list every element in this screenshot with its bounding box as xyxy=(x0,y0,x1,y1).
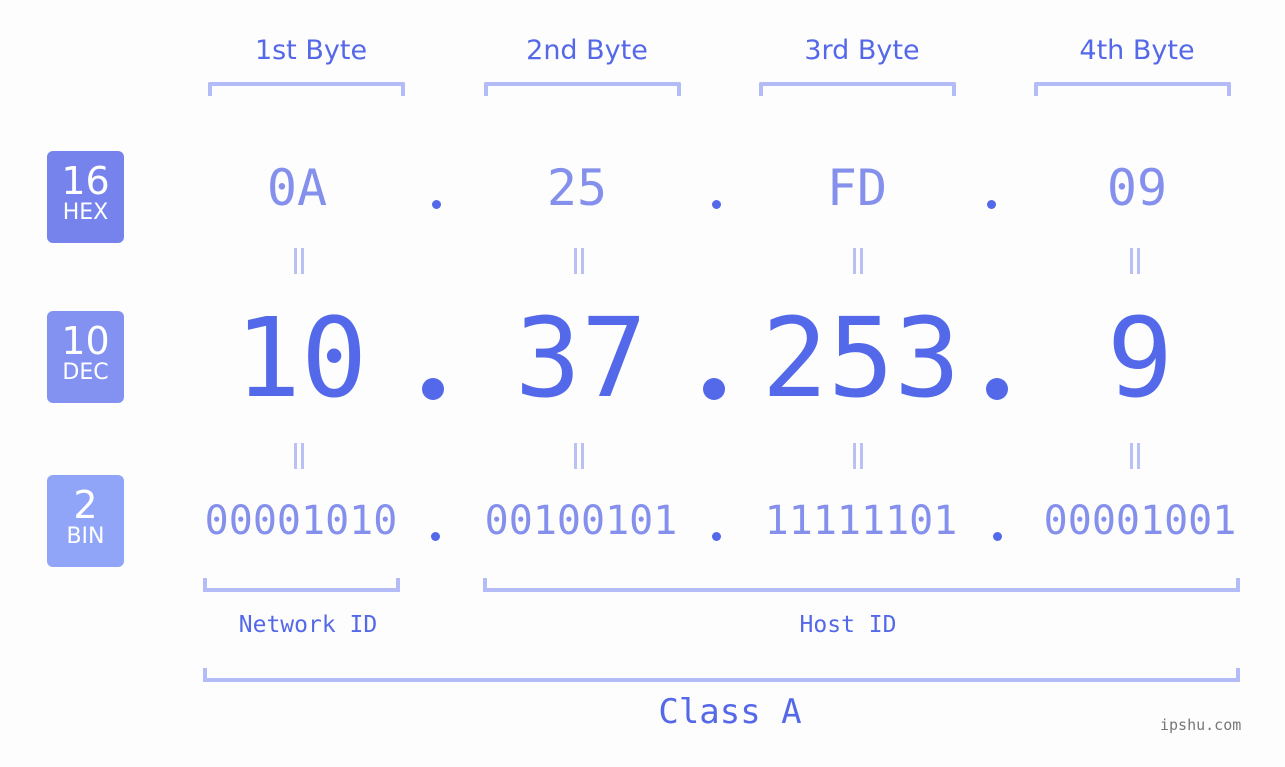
equals-icon xyxy=(1128,443,1142,469)
bin-separator-dot xyxy=(431,532,440,541)
network-id-label: Network ID xyxy=(238,612,378,638)
host-id-label: Host ID xyxy=(799,612,897,638)
equals-icon xyxy=(851,248,865,274)
dec-octet-2: 37 xyxy=(514,294,648,422)
byte-header-2: 2nd Byte xyxy=(526,35,648,66)
host-id-bracket xyxy=(483,578,1240,592)
dec-separator-dot xyxy=(703,378,725,400)
dec-octet-4: 9 xyxy=(1106,294,1174,422)
hex-base: 16 xyxy=(61,159,110,203)
hex-separator-dot xyxy=(432,200,441,209)
hex-octet-2: 25 xyxy=(546,159,608,217)
dec-label: DEC xyxy=(62,360,109,385)
byte-header-3: 3rd Byte xyxy=(804,35,920,66)
hex-separator-dot xyxy=(712,200,721,209)
bin-separator-dot xyxy=(993,532,1002,541)
bin-octet-4: 00001001 xyxy=(1043,498,1237,544)
hex-separator-dot xyxy=(987,200,996,209)
equals-icon xyxy=(851,443,865,469)
dec-octet-1: 10 xyxy=(234,294,368,422)
hex-octet-3: FD xyxy=(826,159,888,217)
hex-label: HEX xyxy=(62,200,109,225)
bin-octet-3: 11111101 xyxy=(764,498,958,544)
ip-class-label: Class A xyxy=(658,692,802,732)
hex-octet-4: 09 xyxy=(1106,159,1168,217)
bin-base: 2 xyxy=(73,483,98,527)
equals-icon xyxy=(292,248,306,274)
class-bracket xyxy=(203,668,1240,682)
byte-header-4: 4th Byte xyxy=(1079,35,1195,66)
byte-header-1: 1st Byte xyxy=(254,35,368,66)
equals-icon xyxy=(572,248,586,274)
bin-octet-1: 00001010 xyxy=(204,498,398,544)
dec-octet-3: 253 xyxy=(761,294,961,422)
network-id-bracket xyxy=(203,578,400,592)
watermark: ipshu.com xyxy=(1160,716,1242,734)
hex-octet-1: 0A xyxy=(266,159,328,217)
byte-bracket-2 xyxy=(484,82,681,96)
equals-icon xyxy=(572,443,586,469)
byte-bracket-4 xyxy=(1034,82,1231,96)
dec-separator-dot xyxy=(986,378,1008,400)
bin-octet-2: 00100101 xyxy=(484,498,678,544)
equals-icon xyxy=(1128,248,1142,274)
byte-bracket-3 xyxy=(759,82,956,96)
dec-separator-dot xyxy=(422,378,444,400)
bin-separator-dot xyxy=(712,532,721,541)
dec-base: 10 xyxy=(61,319,110,363)
byte-bracket-1 xyxy=(208,82,405,96)
dec-badge: 10 DEC xyxy=(47,311,124,403)
equals-icon xyxy=(292,443,306,469)
bin-badge: 2 BIN xyxy=(47,475,124,567)
bin-label: BIN xyxy=(66,524,105,549)
hex-badge: 16 HEX xyxy=(47,151,124,243)
